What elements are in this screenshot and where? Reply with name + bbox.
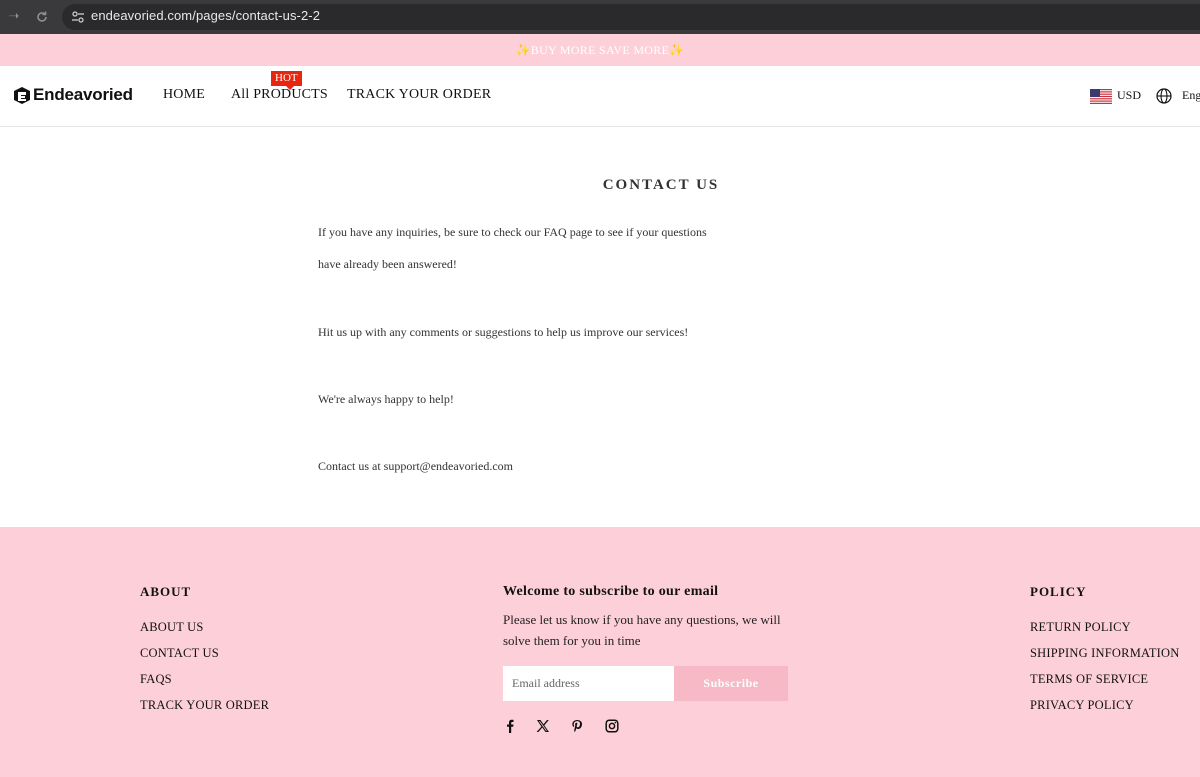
logo-text: Endeavoried: [33, 85, 133, 104]
x-icon[interactable]: [536, 719, 550, 733]
globe-icon[interactable]: [1156, 88, 1172, 104]
site-settings-icon[interactable]: [70, 9, 86, 25]
hot-badge: HOT: [271, 71, 302, 90]
announcement-bar[interactable]: ✨BUY MORE SAVE MORE✨: [0, 34, 1200, 66]
footer-link-terms-of-service[interactable]: TERMS OF SERVICE: [1030, 672, 1148, 687]
footer-link-contact-us[interactable]: CONTACT US: [140, 646, 219, 661]
subscribe-button[interactable]: Subscribe: [674, 666, 788, 701]
footer-about-heading: ABOUT: [140, 584, 192, 599]
reload-icon[interactable]: [33, 8, 51, 26]
url-text[interactable]: endeavoried.com/pages/contact-us-2-2: [91, 8, 320, 23]
site-footer: ABOUT ABOUT US CONTACT US FAQS TRACK YOU…: [0, 527, 1200, 777]
address-bar[interactable]: endeavoried.com/pages/contact-us-2-2: [62, 4, 1200, 30]
inquiries-paragraph: If you have any inquiries, be sure to ch…: [318, 225, 707, 271]
suggestions-paragraph: Hit us up with any comments or suggestio…: [318, 325, 689, 339]
subscribe-title: Welcome to subscribe to our email: [503, 584, 719, 599]
browser-toolbar: ➝ endeavoried.com/pages/contact-us-2-2: [0, 0, 1200, 34]
currency-selector[interactable]: USD: [1117, 88, 1141, 103]
pinterest-icon[interactable]: [570, 719, 584, 733]
site-header: Endeavoried HOME All PRODUCTS HOT TRACK …: [0, 66, 1200, 127]
site-logo[interactable]: Endeavoried: [13, 85, 133, 105]
language-selector[interactable]: Eng: [1182, 88, 1200, 103]
footer-link-track-order[interactable]: TRACK YOUR ORDER: [140, 698, 269, 713]
forward-arrow-icon[interactable]: ➝: [5, 8, 23, 26]
nav-home[interactable]: HOME: [163, 87, 205, 103]
footer-link-privacy-policy[interactable]: PRIVACY POLICY: [1030, 698, 1134, 713]
logo-cube-icon: [14, 86, 30, 104]
sparkle-icon: ✨: [515, 43, 531, 57]
subscribe-description: Please let us know if you have any quest…: [503, 612, 781, 648]
sparkle-icon: ✨: [669, 43, 685, 57]
page-title: CONTACT US: [602, 177, 720, 193]
us-flag-icon[interactable]: [1090, 89, 1112, 104]
happy-to-help-paragraph: We're always happy to help!: [318, 392, 454, 406]
email-input[interactable]: [503, 666, 674, 701]
footer-link-shipping-information[interactable]: SHIPPING INFORMATION: [1030, 646, 1180, 661]
footer-link-faqs[interactable]: FAQS: [140, 672, 172, 687]
nav-track-order[interactable]: TRACK YOUR ORDER: [347, 87, 491, 103]
contact-email-paragraph[interactable]: Contact us at support@endeavoried.com: [318, 450, 513, 482]
facebook-icon[interactable]: [503, 719, 517, 733]
footer-link-about-us[interactable]: ABOUT US: [140, 620, 204, 635]
instagram-icon[interactable]: [605, 719, 619, 733]
footer-link-return-policy[interactable]: RETURN POLICY: [1030, 620, 1131, 635]
nav-all-products[interactable]: All PRODUCTS: [231, 87, 328, 103]
footer-policy-heading: POLICY: [1030, 584, 1087, 599]
announcement-text: BUY MORE SAVE MORE: [530, 43, 670, 57]
